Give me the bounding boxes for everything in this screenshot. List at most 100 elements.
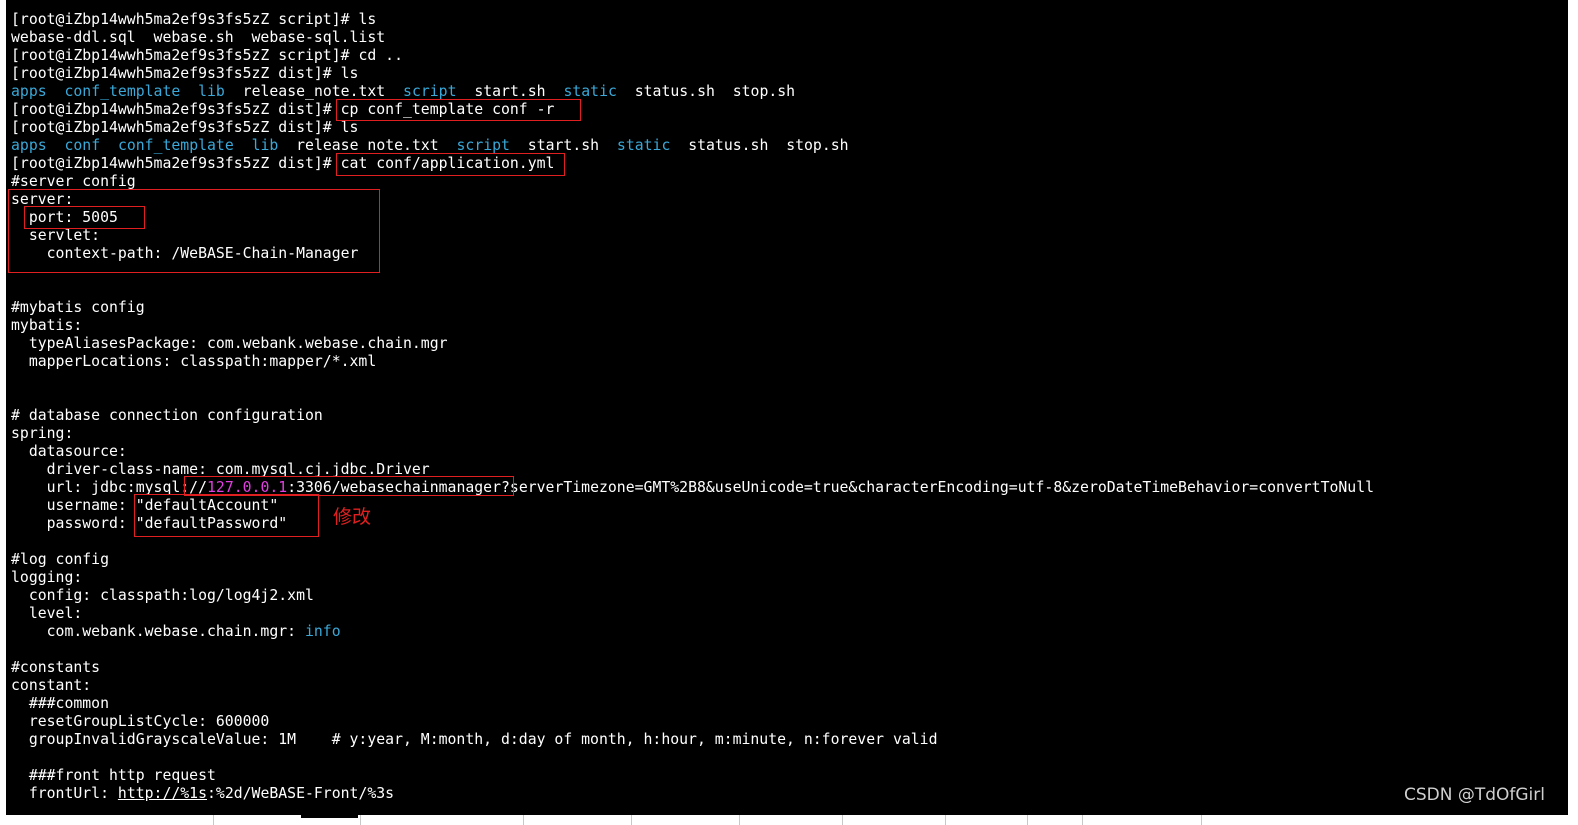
url-ip: 127.0.0.1: [207, 479, 288, 496]
terminal-output: [root@iZbp14wwh5ma2ef9s3fs5zZ script]# l…: [11, 11, 1374, 803]
file-entry: stop.sh: [732, 83, 796, 100]
terminal-line: [root@iZbp14wwh5ma2ef9s3fs5zZ dist]# cp …: [11, 101, 1374, 119]
terminal-line: driver-class-name: com.mysql.cj.jdbc.Dri…: [11, 461, 430, 478]
dir-entry: static: [616, 137, 671, 154]
terminal-line: [root@iZbp14wwh5ma2ef9s3fs5zZ dist]# ls: [11, 65, 1374, 83]
url-prefix: url: jdbc:mysql:: [11, 479, 190, 496]
dir-entry: script: [456, 137, 510, 154]
terminal-line: [root@iZbp14wwh5ma2ef9s3fs5zZ script]# c…: [11, 47, 1374, 65]
terminal-line: servlet:: [11, 227, 101, 244]
terminal-line: logging:: [11, 569, 83, 586]
terminal-line: spring:: [11, 425, 74, 442]
dir-entry: lib: [251, 137, 279, 154]
terminal-line: datasource:: [11, 443, 127, 460]
log-level-value: info: [304, 623, 341, 640]
terminal-line: #constants: [11, 659, 101, 676]
terminal-line: mybatis:: [11, 317, 83, 334]
taskbar-divider: [1082, 815, 1083, 825]
terminal-line: frontUrl: http://%1s:%2d/WeBASE-Front/%3…: [11, 785, 1374, 803]
terminal-line: [root@iZbp14wwh5ma2ef9s3fs5zZ script]# l…: [11, 11, 1374, 29]
command: ls: [358, 11, 377, 28]
command: cd ..: [358, 47, 403, 64]
file-entry: status.sh: [688, 137, 769, 154]
terminal-line: constant:: [11, 677, 92, 694]
prompt: [root@iZbp14wwh5ma2ef9s3fs5zZ dist]#: [11, 101, 341, 118]
prompt: [root@iZbp14wwh5ma2ef9s3fs5zZ script]#: [11, 11, 359, 28]
url-params: serverTimezone=GMT%2B8&useUnicode=true&c…: [509, 479, 1375, 496]
prompt: [root@iZbp14wwh5ma2ef9s3fs5zZ script]#: [11, 47, 359, 64]
taskbar-divider: [945, 815, 946, 825]
terminal-line: #log config: [11, 551, 109, 568]
terminal-line: username: "defaultAccount": [11, 497, 279, 514]
dir-entry: conf_template: [64, 83, 181, 100]
terminal-line: level:: [11, 605, 83, 622]
terminal-line: #mybatis config: [11, 299, 145, 316]
terminal-line: com.webank.webase.chain.mgr: info: [11, 623, 1374, 641]
front-url-link[interactable]: http://%1s: [118, 785, 207, 802]
terminal-line: typeAliasesPackage: com.webank.webase.ch…: [11, 335, 448, 352]
terminal-line: resetGroupListCycle: 600000: [11, 713, 270, 730]
dir-entry: lib: [198, 83, 225, 100]
terminal-line: ###front http request: [11, 767, 216, 784]
prompt: [root@iZbp14wwh5ma2ef9s3fs5zZ dist]#: [11, 155, 341, 172]
terminal-line: groupInvalidGrayscaleValue: 1M # y:year,…: [11, 731, 938, 748]
terminal-window[interactable]: [root@iZbp14wwh5ma2ef9s3fs5zZ script]# l…: [6, 0, 1568, 815]
terminal-line: [root@iZbp14wwh5ma2ef9s3fs5zZ dist]# ls: [11, 119, 1374, 137]
command: ls: [340, 119, 359, 136]
dir-entry: conf_template: [117, 137, 234, 154]
file-entry: release_note.txt: [242, 83, 386, 100]
file-entry: start.sh: [527, 137, 600, 154]
taskbar-divider: [1201, 815, 1202, 825]
url-slashes: //: [189, 479, 207, 496]
datasource-url-line: url: jdbc:mysql://127.0.0.1:3306/webasec…: [11, 479, 1374, 497]
terminal-line: server:: [11, 191, 74, 208]
prompt: [root@iZbp14wwh5ma2ef9s3fs5zZ dist]#: [11, 65, 341, 82]
command: cp conf_template conf -r: [340, 101, 555, 118]
taskbar-divider: [1027, 815, 1028, 825]
taskbar-divider: [360, 815, 361, 825]
terminal-line: config: classpath:log/log4j2.xml: [11, 587, 314, 604]
dir-entry: conf: [64, 137, 101, 154]
terminal-line: ###common: [11, 695, 109, 712]
terminal-line: password: "defaultPassword": [11, 515, 288, 532]
dir-entry: static: [563, 83, 617, 100]
taskbar-divider: [631, 815, 632, 825]
taskbar-divider: [523, 815, 524, 825]
terminal-line: # database connection configuration: [11, 407, 323, 424]
front-url-rest: :%2d/WeBASE-Front/%3s: [207, 785, 395, 802]
taskbar-divider: [842, 815, 843, 825]
ls-output: apps conf conf_template lib release_note…: [11, 137, 1374, 155]
terminal-line: mapperLocations: classpath:mapper/*.xml: [11, 353, 377, 370]
terminal-line: #server config: [11, 173, 136, 190]
ls-output: apps conf_template lib release_note.txt …: [11, 83, 1374, 101]
url-port-db: :3306/webasechainmanager?: [287, 479, 510, 496]
taskbar-strip: [0, 815, 1578, 825]
terminal-line: webase-ddl.sql webase.sh webase-sql.list: [11, 29, 386, 46]
file-entry: status.sh: [634, 83, 715, 100]
file-entry: start.sh: [474, 83, 546, 100]
front-url-key: frontUrl:: [11, 785, 118, 802]
dir-entry: apps: [11, 137, 47, 154]
watermark: CSDN @TdOfGirl: [1403, 785, 1545, 805]
taskbar-active-indicator[interactable]: [301, 815, 358, 818]
command: cat conf/application.yml: [340, 155, 555, 172]
log-level-key: com.webank.webase.chain.mgr:: [11, 623, 305, 640]
taskbar-divider: [213, 815, 214, 825]
dir-entry: apps: [11, 83, 47, 100]
dir-entry: script: [403, 83, 457, 100]
file-entry: stop.sh: [786, 137, 849, 154]
terminal-line: context-path: /WeBASE-Chain-Manager: [11, 245, 359, 262]
annotation-note: 修改: [333, 506, 372, 528]
file-entry: release_note.txt: [296, 137, 439, 154]
prompt: [root@iZbp14wwh5ma2ef9s3fs5zZ dist]#: [11, 119, 341, 136]
command: ls: [340, 65, 359, 82]
taskbar-divider: [739, 815, 740, 825]
terminal-line: [root@iZbp14wwh5ma2ef9s3fs5zZ dist]# cat…: [11, 155, 1374, 173]
